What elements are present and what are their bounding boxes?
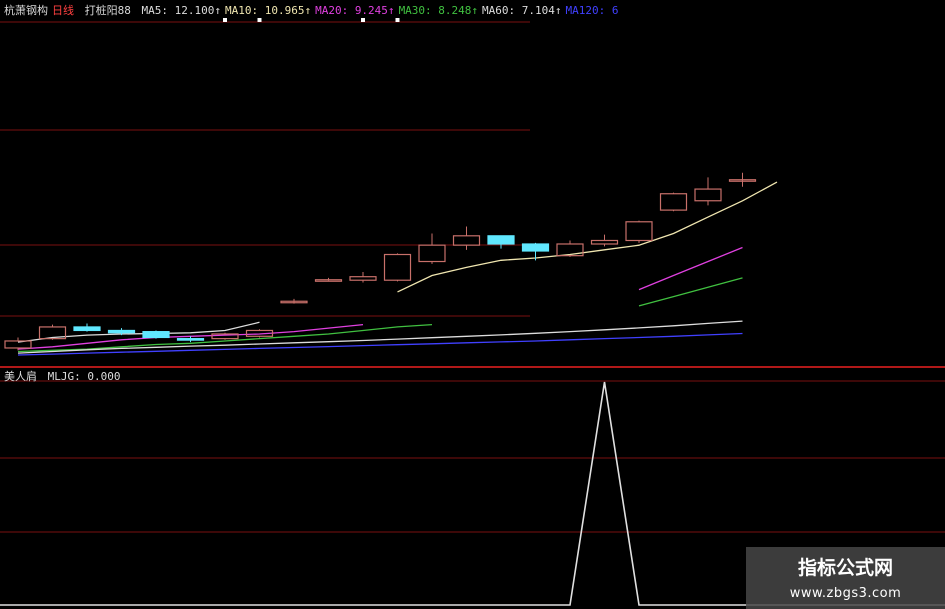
ma-line bbox=[17, 332, 743, 356]
main-chart-header: 杭萧钢构 日线 打桩阳88 MA5: 12.100↑ MA10: 10.965↑ MA… bbox=[4, 4, 627, 18]
candle-body bbox=[73, 326, 101, 332]
candle[interactable] bbox=[314, 277, 343, 282]
candle-body bbox=[418, 244, 446, 263]
signal-marker bbox=[257, 18, 262, 22]
candle[interactable] bbox=[418, 233, 446, 264]
candle-body bbox=[694, 188, 722, 202]
signal-marker bbox=[361, 18, 365, 22]
watermark-url: www.zbgs3.com bbox=[789, 586, 902, 601]
formula-name[interactable]: 打桩阳88 bbox=[85, 4, 131, 17]
candle[interactable] bbox=[349, 272, 377, 283]
candle[interactable] bbox=[383, 253, 412, 282]
signal-marker bbox=[395, 18, 400, 22]
candle[interactable] bbox=[280, 298, 308, 304]
candle[interactable] bbox=[728, 172, 757, 187]
candle-body bbox=[176, 338, 205, 341]
ma-label: MA60: 7.104↑ bbox=[482, 4, 562, 17]
site-watermark: 指标公式网 www.zbgs3.com bbox=[746, 547, 945, 609]
chart-grid bbox=[0, 21, 945, 533]
signal-markers bbox=[223, 18, 400, 22]
candle-body bbox=[659, 193, 688, 211]
stock-name[interactable]: 杭萧钢构 bbox=[4, 4, 48, 17]
ma-label: MA120: 6 bbox=[565, 4, 619, 17]
moving-average-lines bbox=[17, 181, 778, 356]
ma-line bbox=[638, 246, 743, 291]
candle[interactable] bbox=[590, 234, 619, 247]
candle[interactable] bbox=[659, 192, 688, 212]
candle-body bbox=[142, 331, 170, 339]
candle-body bbox=[383, 253, 412, 281]
stock-chart[interactable] bbox=[0, 0, 945, 609]
candle[interactable] bbox=[452, 226, 481, 250]
candle[interactable] bbox=[694, 177, 722, 206]
watermark-title: 指标公式网 bbox=[797, 557, 893, 579]
candle-body bbox=[487, 235, 515, 245]
indicator-header: 美人肩 MLJG: 0.000 bbox=[4, 370, 124, 384]
candle[interactable] bbox=[211, 332, 239, 340]
candle-body bbox=[590, 239, 619, 245]
ma-label: MA5: 12.100↑ bbox=[141, 4, 221, 17]
indicator-name[interactable]: 美人肩 bbox=[4, 370, 37, 383]
candle[interactable] bbox=[625, 220, 653, 243]
candle[interactable] bbox=[487, 235, 515, 249]
candle[interactable] bbox=[73, 323, 101, 332]
ma-legend: MA5: 12.100↑ MA10: 10.965↑ MA20: 9.245↑ MA3… bbox=[142, 4, 623, 17]
candle-body bbox=[349, 276, 377, 281]
ma-label: MA30: 8.248↑ bbox=[398, 4, 479, 17]
indicator-value: MLJG: 0.000 bbox=[47, 370, 121, 383]
signal-marker bbox=[223, 18, 227, 22]
candle[interactable] bbox=[4, 337, 32, 351]
ma-line bbox=[397, 181, 778, 293]
candle-body bbox=[521, 243, 550, 252]
ma-line bbox=[638, 277, 743, 307]
candle-body bbox=[452, 235, 481, 246]
ma-label: MA20: 9.245↑ bbox=[315, 4, 395, 17]
candle-body bbox=[625, 221, 653, 242]
period-label[interactable]: 日线 bbox=[52, 4, 74, 17]
ma-label: MA10: 10.965↑ bbox=[224, 4, 312, 17]
candle-body bbox=[107, 329, 136, 334]
candle[interactable] bbox=[142, 330, 170, 339]
candlesticks[interactable] bbox=[4, 172, 757, 351]
